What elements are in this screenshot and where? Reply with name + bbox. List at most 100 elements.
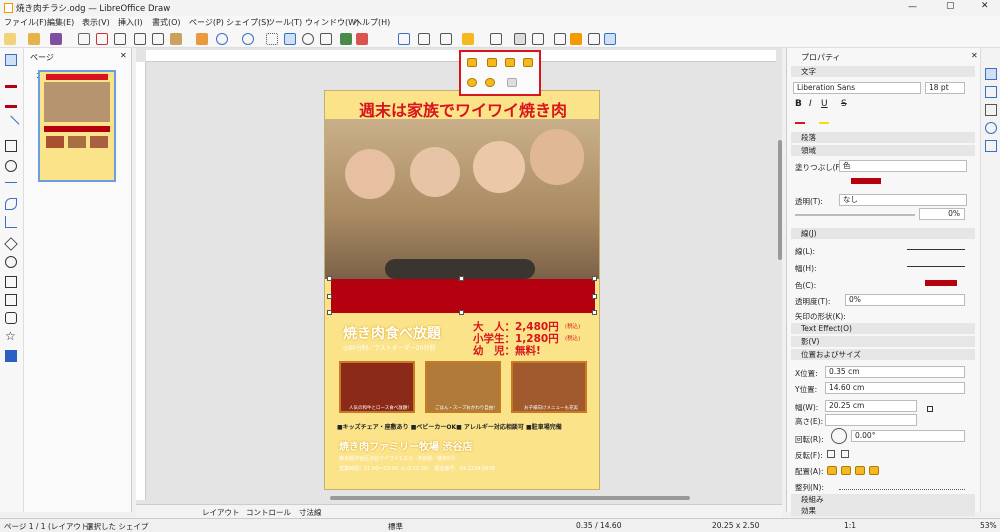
save-icon[interactable] (50, 33, 62, 45)
rotation-dial[interactable] (831, 428, 847, 444)
line-transparency-field[interactable]: 0% (845, 294, 965, 306)
selection-handle[interactable] (592, 310, 597, 315)
close-button[interactable]: ✕ (981, 1, 989, 11)
undo-icon[interactable] (216, 33, 228, 45)
selection-handle[interactable] (592, 276, 597, 281)
tab-dimension-lines[interactable]: 寸法線 (299, 507, 322, 518)
fill-color-swatch[interactable] (851, 178, 881, 184)
pages-panel-close-icon[interactable]: ✕ (120, 51, 127, 60)
highlight-icon[interactable] (819, 116, 829, 124)
menu-edit[interactable]: 編集(E) (47, 17, 74, 28)
poster-page[interactable]: 週末は家族でワイワイ焼き肉 焼き肉食べ放題 ◎90分制／ラストオーダー20分前 … (324, 90, 600, 490)
section-area[interactable]: 領域 (791, 145, 975, 156)
section-line[interactable]: 線(J) (791, 228, 975, 239)
select-icon[interactable] (5, 54, 17, 66)
font-color-icon[interactable] (795, 116, 805, 124)
maximize-button[interactable]: ▢ (946, 1, 955, 11)
rotation-field[interactable]: 0.00° (851, 430, 965, 442)
vertical-ruler[interactable] (136, 62, 146, 500)
export-icon[interactable] (78, 33, 90, 45)
italic-icon[interactable]: I (809, 99, 812, 109)
horizontal-scrollbar[interactable] (330, 496, 690, 500)
menu-format[interactable]: 書式(O) (152, 17, 181, 28)
glue-icon[interactable] (570, 33, 582, 45)
zoom-icon[interactable] (302, 33, 314, 45)
section-text[interactable]: 文字 (791, 66, 975, 77)
redo-icon[interactable] (242, 33, 254, 45)
height-field[interactable] (825, 414, 917, 426)
family-photo[interactable] (325, 119, 599, 279)
selected-red-banner[interactable] (331, 279, 595, 313)
bring-to-front-icon[interactable] (467, 58, 477, 67)
show-draw-functions-icon[interactable] (604, 33, 616, 45)
line-color-swatch[interactable] (925, 280, 957, 286)
basic-shapes-icon[interactable] (4, 237, 18, 251)
menu-window[interactable]: ウィンドウ(W) (305, 17, 359, 28)
sidebar-send-backward-icon[interactable] (855, 466, 865, 475)
3d-objects-icon[interactable] (5, 350, 17, 362)
points-icon[interactable] (554, 33, 566, 45)
sidebar-bring-forward-icon[interactable] (841, 466, 851, 475)
section-effects[interactable]: 効果 (791, 505, 975, 516)
distribute-icon[interactable] (490, 33, 502, 45)
section-position-size[interactable]: 位置およびサイズ (791, 349, 975, 360)
sidebar-send-back-icon[interactable] (869, 466, 879, 475)
transparency-slider[interactable] (795, 214, 915, 216)
arrow-icon[interactable] (5, 182, 17, 194)
bold-icon[interactable]: B (795, 99, 802, 109)
styles-deck-icon[interactable] (985, 86, 997, 98)
line-color-icon[interactable] (5, 76, 17, 88)
behind-object-icon[interactable] (485, 78, 495, 87)
line-style-select[interactable] (907, 249, 965, 250)
image-icon[interactable] (340, 33, 352, 45)
callout-icon[interactable] (5, 312, 17, 324)
navigator-deck-icon[interactable] (985, 122, 997, 134)
fill-color-icon[interactable] (5, 96, 17, 108)
reverse-icon[interactable] (507, 78, 517, 87)
pdf-icon[interactable] (96, 33, 108, 45)
menu-insert[interactable]: 挿入(I) (118, 17, 143, 28)
bring-forward-icon[interactable] (487, 58, 497, 67)
transparency-select[interactable]: なし (839, 194, 967, 206)
symbol-shapes-icon[interactable] (5, 256, 17, 268)
block-arrows-icon[interactable] (5, 276, 17, 288)
menu-help[interactable]: ヘルプ(H) (354, 17, 390, 28)
selection-handle[interactable] (327, 276, 332, 281)
section-columns[interactable]: 段組み (791, 494, 975, 505)
clone-formatting-icon[interactable] (196, 33, 208, 45)
send-backward-icon[interactable] (505, 58, 515, 67)
copy-icon[interactable] (152, 33, 164, 45)
arrange-icon[interactable] (462, 33, 474, 45)
selection-handle[interactable] (327, 294, 332, 299)
y-position-field[interactable]: 14.60 cm (825, 382, 965, 394)
line-icon[interactable] (2, 115, 20, 133)
font-size-field[interactable]: 18 pt (925, 82, 965, 94)
menu-tools[interactable]: ツール(T) (267, 17, 302, 28)
table-icon[interactable] (320, 33, 332, 45)
helplines-icon[interactable] (284, 33, 296, 45)
fill-type-select[interactable]: 色 (839, 160, 967, 172)
gallery-deck-icon[interactable] (985, 104, 997, 116)
grid-icon[interactable] (266, 33, 278, 45)
flowchart-icon[interactable] (5, 294, 17, 306)
section-text-effect[interactable]: Text Effect(O) (791, 323, 975, 334)
rectangle-icon[interactable] (5, 140, 17, 152)
tab-controls[interactable]: コントロール (246, 507, 291, 518)
align-icon[interactable] (440, 33, 452, 45)
menu-view[interactable]: 表示(V) (82, 17, 110, 28)
width-field[interactable]: 20.25 cm (825, 400, 917, 412)
connector-icon[interactable] (5, 216, 17, 228)
sidebar-bring-front-icon[interactable] (827, 466, 837, 475)
chart-icon[interactable] (356, 33, 368, 45)
x-position-field[interactable]: 0.35 cm (825, 366, 965, 378)
minimize-button[interactable]: — (908, 2, 917, 12)
new-icon[interactable] (4, 33, 16, 45)
section-shadow[interactable]: 影(V) (791, 336, 975, 347)
toggle-extrusion-icon[interactable] (588, 33, 600, 45)
menu-page[interactable]: ページ(P) (189, 17, 224, 28)
ellipse-icon[interactable] (5, 160, 17, 172)
crop-icon[interactable] (532, 33, 544, 45)
transform-icon[interactable] (418, 33, 430, 45)
properties-deck-icon[interactable] (985, 68, 997, 80)
stars-icon[interactable]: ☆ (5, 330, 17, 342)
